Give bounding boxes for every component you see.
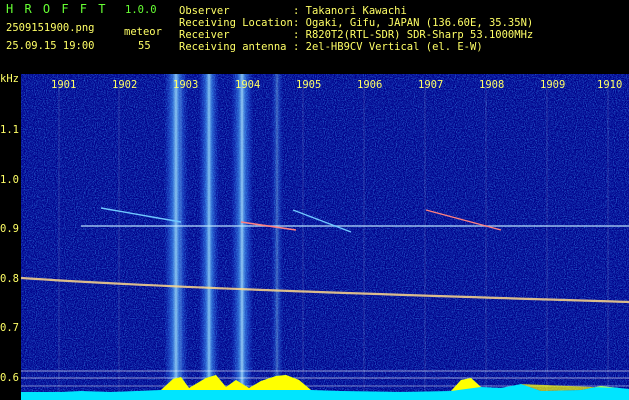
x-tick-label: 1905 xyxy=(296,79,322,91)
y-tick-label: 0.7 xyxy=(0,322,19,334)
y-axis-unit: kHz xyxy=(0,73,19,85)
receiver-key: Receiver xyxy=(179,29,230,41)
x-tick-label: 1902 xyxy=(112,79,138,91)
app-title: H R O F F T xyxy=(6,2,108,16)
meteor-count: 55 xyxy=(138,40,151,52)
spectrogram xyxy=(21,74,629,400)
x-tick-label: 1907 xyxy=(418,79,444,91)
x-tick-label: 1909 xyxy=(540,79,566,91)
x-tick-label: 1908 xyxy=(479,79,505,91)
x-tick-label: 1904 xyxy=(235,79,261,91)
x-tick-label: 1901 xyxy=(51,79,77,91)
location-value: : Ogaki, Gifu, JAPAN (136.60E, 35.35N) xyxy=(293,17,534,29)
y-tick-label: 1.1 xyxy=(0,124,19,136)
y-tick-label: 0.6 xyxy=(0,372,19,384)
y-tick-label: 0.9 xyxy=(0,223,19,235)
file-datetime: 25.09.15 19:00 xyxy=(6,40,95,52)
x-tick-label: 1903 xyxy=(173,79,199,91)
observer-value: : Takanori Kawachi xyxy=(293,5,407,17)
meteor-echo-band xyxy=(164,74,188,400)
meteor-label: meteor xyxy=(124,26,162,38)
location-key: Receiving Location xyxy=(179,17,293,29)
app-version: 1.0.0 xyxy=(125,4,157,16)
meteor-echo-band xyxy=(199,74,219,400)
antenna-value: : 2el-HB9CV Vertical (el. E-W) xyxy=(293,41,483,53)
spectrogram-canvas xyxy=(21,74,629,400)
y-tick-label: 0.8 xyxy=(0,273,19,285)
x-tick-label: 1906 xyxy=(357,79,383,91)
y-tick-label: 1.0 xyxy=(0,174,19,186)
noise-background xyxy=(21,74,629,400)
antenna-key: Receiving antenna xyxy=(179,41,287,53)
observer-key: Observer xyxy=(179,5,230,17)
receiver-value: : R820T2(RTL-SDR) SDR-Sharp 53.1000MHz xyxy=(293,29,534,41)
x-tick-label: 1910 xyxy=(597,79,623,91)
file-name: 2509151900.png xyxy=(6,22,95,34)
header-panel: H R O F F T 1.0.0 2509151900.png 25.09.1… xyxy=(0,0,629,72)
meteor-echo-band xyxy=(271,74,283,400)
